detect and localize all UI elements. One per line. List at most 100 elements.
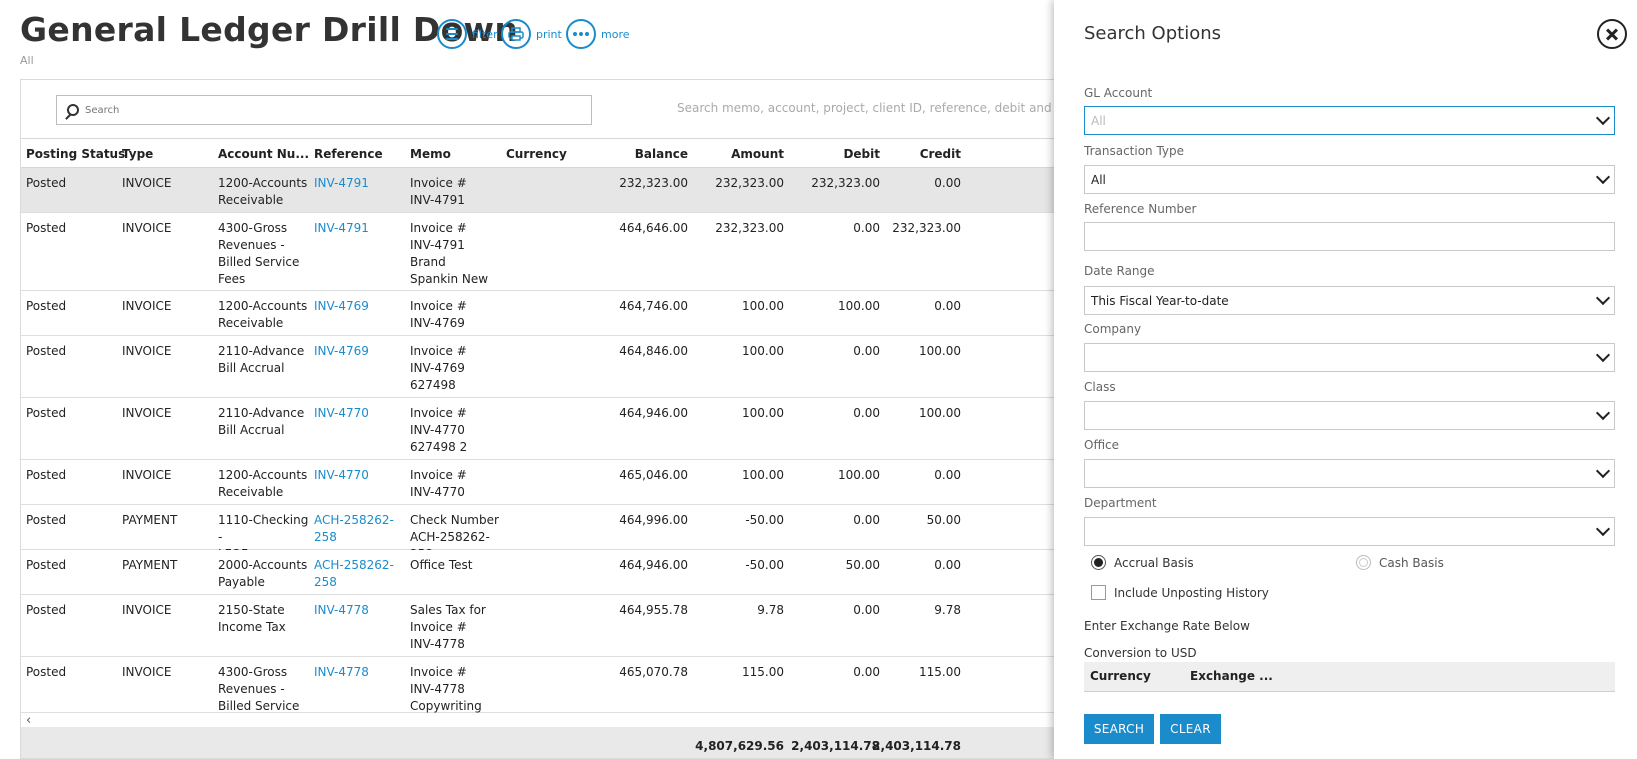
cell-status: Posted [26, 665, 67, 679]
cell-debit: 100.00 [838, 299, 880, 313]
cell-reference[interactable]: INV-4778 [314, 602, 406, 657]
col-currency[interactable]: Currency [506, 147, 567, 161]
col-memo[interactable]: Memo [410, 147, 451, 161]
rate-col-exchange[interactable]: Exchange ... [1190, 669, 1273, 683]
print-button[interactable]: print [501, 19, 562, 49]
gl-account-select[interactable]: All [1084, 106, 1615, 135]
total-debit: 2,403,114.78 [791, 739, 880, 753]
cell-currency [506, 298, 596, 336]
transaction-type-select[interactable]: All [1084, 165, 1615, 194]
cell-status: Posted [26, 558, 67, 572]
cell-status: Posted [26, 468, 67, 482]
table-row[interactable]: Posted PAYMENT 2000-Accounts Payable ACH-25… [21, 550, 1054, 595]
col-reference[interactable]: Reference [314, 147, 383, 161]
more-button[interactable]: more [566, 19, 630, 49]
cell-balance: 465,070.78 [619, 665, 688, 679]
filter-button[interactable]: filter [437, 19, 498, 49]
cell-reference[interactable]: ACH-258262-258 [314, 557, 406, 595]
table-row[interactable]: Posted INVOICE 2110-Advance Bill Accrual IN… [21, 336, 1054, 398]
date-range-select[interactable]: This Fiscal Year-to-date [1084, 286, 1615, 315]
cell-type: INVOICE [122, 221, 172, 235]
cell-type: INVOICE [122, 406, 172, 420]
cell-reference[interactable]: INV-4791 [314, 175, 406, 213]
table-row[interactable]: Posted PAYMENT 1110-Checking - LFOFACH-258… [21, 505, 1054, 550]
reference-number-label: Reference Number [1084, 202, 1197, 216]
page-subtitle: All [20, 54, 34, 67]
col-credit[interactable]: Credit [870, 147, 961, 161]
exchange-rate-note: Enter Exchange Rate Below [1084, 619, 1250, 633]
filter-label: filter [472, 27, 498, 41]
include-unposting-checkbox[interactable]: Include Unposting History [1091, 585, 1269, 600]
gl-account-label: GL Account [1084, 86, 1153, 100]
radio-unselected-icon [1356, 555, 1371, 570]
print-label: print [536, 27, 562, 41]
reference-number-input[interactable] [1084, 222, 1615, 251]
scroll-left-icon[interactable]: ‹ [26, 713, 31, 728]
class-label: Class [1084, 380, 1116, 394]
cell-memo: Invoice # INV-4769 627498 [410, 344, 467, 392]
search-button[interactable]: SEARCH [1084, 714, 1154, 744]
horizontal-scrollbar[interactable]: ‹ [21, 713, 1054, 728]
table-row[interactable]: Posted INVOICE 4300-Gross Revenues - Bille… [21, 213, 1054, 291]
cell-amount: 9.78 [757, 603, 784, 617]
cell-reference[interactable]: INV-4778 [314, 664, 406, 713]
col-type[interactable]: Type [122, 147, 153, 161]
cell-memo: Invoice # INV-4770 627498 2 [410, 406, 468, 454]
office-select[interactable] [1084, 459, 1615, 488]
cell-reference[interactable]: INV-4769 [314, 298, 406, 336]
chevron-down-icon [1595, 110, 1611, 126]
class-select[interactable] [1084, 401, 1615, 430]
cell-status: Posted [26, 176, 67, 190]
col-amount[interactable]: Amount [698, 147, 784, 161]
cell-memo: Invoice # INV-4791 [410, 176, 467, 207]
rate-col-currency[interactable]: Currency [1090, 669, 1151, 683]
cell-status: Posted [26, 513, 67, 527]
chevron-down-icon [1595, 463, 1611, 479]
table-row[interactable]: Posted INVOICE 2150-State Income Tax INV-47… [21, 595, 1054, 657]
cell-debit: 0.00 [853, 603, 880, 617]
cell-amount: 100.00 [742, 344, 784, 358]
cell-amount: 100.00 [742, 406, 784, 420]
cell-account: 1200-Accounts Receivable [218, 468, 308, 499]
cell-reference[interactable]: INV-4770 [314, 467, 406, 505]
department-select[interactable] [1084, 517, 1615, 546]
company-label: Company [1084, 322, 1142, 336]
close-icon[interactable] [1597, 19, 1627, 49]
col-account-number[interactable]: Account Nu... [218, 147, 309, 161]
table-row[interactable]: Posted INVOICE 1200-Accounts Receivable INV… [21, 291, 1054, 336]
cell-amount: -50.00 [745, 513, 784, 527]
filter-icon [437, 19, 467, 49]
grid-search[interactable] [56, 95, 592, 125]
cell-amount: 100.00 [742, 468, 784, 482]
cell-account: 4300-Gross Revenues - Billed Service [218, 665, 300, 713]
cell-balance: 232,323.00 [619, 176, 688, 190]
col-posting-status[interactable]: Posting Status [26, 147, 125, 161]
col-debit[interactable]: Debit [794, 147, 880, 161]
cell-reference[interactable]: ACH-258262-258 [314, 512, 406, 550]
cell-type: PAYMENT [122, 513, 178, 527]
cash-basis-label: Cash Basis [1379, 555, 1444, 570]
cell-reference[interactable]: INV-4769 [314, 343, 406, 398]
cell-type: INVOICE [122, 344, 172, 358]
cell-memo: Check Number ACH-258262-258 [410, 513, 499, 550]
accrual-basis-radio[interactable]: Accrual Basis [1091, 555, 1194, 570]
company-select[interactable] [1084, 343, 1615, 372]
clear-button[interactable]: CLEAR [1160, 714, 1221, 744]
cash-basis-radio[interactable]: Cash Basis [1356, 555, 1444, 570]
cell-reference[interactable]: INV-4770 [314, 405, 406, 460]
table-row[interactable]: Posted INVOICE 1200-Accounts Receivable INV… [21, 460, 1054, 505]
cell-debit: 0.00 [853, 513, 880, 527]
cell-credit: 100.00 [919, 406, 961, 420]
table-row[interactable]: Posted INVOICE 4300-Gross Revenues - Bille… [21, 657, 1054, 713]
cell-reference[interactable]: INV-4791 [314, 220, 406, 291]
panel-title: Search Options [1084, 23, 1222, 44]
table-row[interactable]: Posted INVOICE 1200-Accounts Receivable INV… [21, 168, 1054, 213]
table-row[interactable]: Posted INVOICE 2110-Advance Bill Accrual IN… [21, 398, 1054, 460]
exchange-rate-table-header: Currency Exchange ... [1084, 662, 1615, 692]
search-input[interactable] [85, 104, 591, 116]
print-icon [501, 19, 531, 49]
cell-credit: 0.00 [934, 299, 961, 313]
cell-memo: Invoice # INV-4791 Brand Spankin New Log… [410, 221, 489, 291]
col-balance[interactable]: Balance [602, 147, 688, 161]
cell-currency [506, 343, 596, 398]
